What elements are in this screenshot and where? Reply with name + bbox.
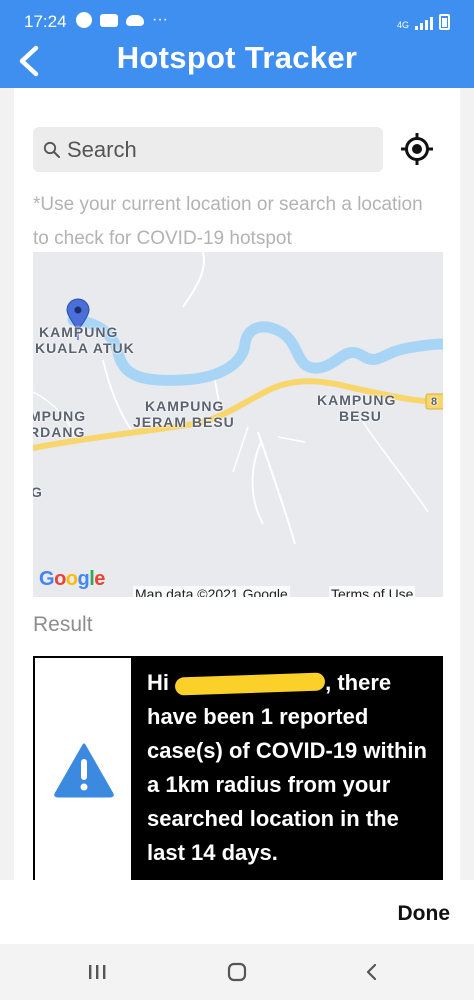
map-label-partial-g: G — [33, 484, 43, 500]
back-nav-button[interactable] — [362, 962, 382, 987]
status-time: 17:24 — [24, 12, 67, 31]
map-label-kampung-jeram-besu: KAMPUNG JERAM BESU — [133, 398, 235, 430]
road-number-badge: 8 — [431, 396, 438, 408]
battery-icon — [439, 14, 450, 30]
warning-triangle-icon — [54, 743, 114, 798]
redacted-name — [174, 672, 326, 696]
crosshair-location-icon — [401, 133, 433, 165]
map-label-kampung-kuala-atuk: KAMPUNG KUALA ATUK — [35, 324, 135, 356]
cloud-icon — [126, 14, 144, 26]
recents-icon — [89, 965, 106, 979]
map-view[interactable]: KAMPUNG KUALA ATUK KAMPUNG JERAM BESU KA… — [33, 252, 443, 597]
more-dots-icon: ··· — [152, 11, 168, 28]
status-notification-icons: ··· — [76, 12, 168, 28]
main-card: *Use your current location or search a l… — [14, 88, 460, 880]
result-label: Result — [33, 613, 93, 636]
system-nav-bar — [0, 944, 474, 1000]
page-title: Hotspot Tracker — [116, 40, 358, 75]
google-logo: Google — [39, 568, 105, 590]
home-icon — [227, 962, 247, 982]
result-box: Hi , there have been 1 reported case(s) … — [33, 656, 443, 880]
search-icon — [43, 141, 60, 158]
map-label-kampung-besu: KAMPUNG BESU — [317, 392, 397, 424]
done-button[interactable]: Done — [398, 902, 451, 926]
signal-icon — [415, 17, 433, 30]
status-system-icons: 4G — [397, 14, 450, 30]
result-message: Hi , there have been 1 reported case(s) … — [147, 670, 427, 865]
map-attribution: Map data ©2021 Google — [133, 586, 290, 597]
app-bar: Hotspot Tracker — [0, 34, 474, 88]
network-type: 4G — [396, 20, 409, 30]
locate-button[interactable] — [400, 132, 434, 166]
home-button[interactable] — [226, 962, 248, 987]
search-input[interactable] — [65, 135, 369, 165]
back-icon — [366, 963, 377, 981]
map-canvas — [33, 252, 443, 545]
search-hint: *Use your current location or search a l… — [33, 194, 423, 249]
app-icon — [76, 12, 92, 28]
footer-bar: Done — [0, 880, 474, 944]
result-icon-panel — [35, 658, 131, 880]
map-label-partial-left: MPUNG RDANG — [33, 408, 87, 440]
chat-icon — [100, 13, 118, 27]
search-box[interactable] — [33, 127, 383, 172]
map-terms-link[interactable]: Terms of Use — [329, 586, 416, 597]
recents-button[interactable] — [86, 962, 108, 987]
